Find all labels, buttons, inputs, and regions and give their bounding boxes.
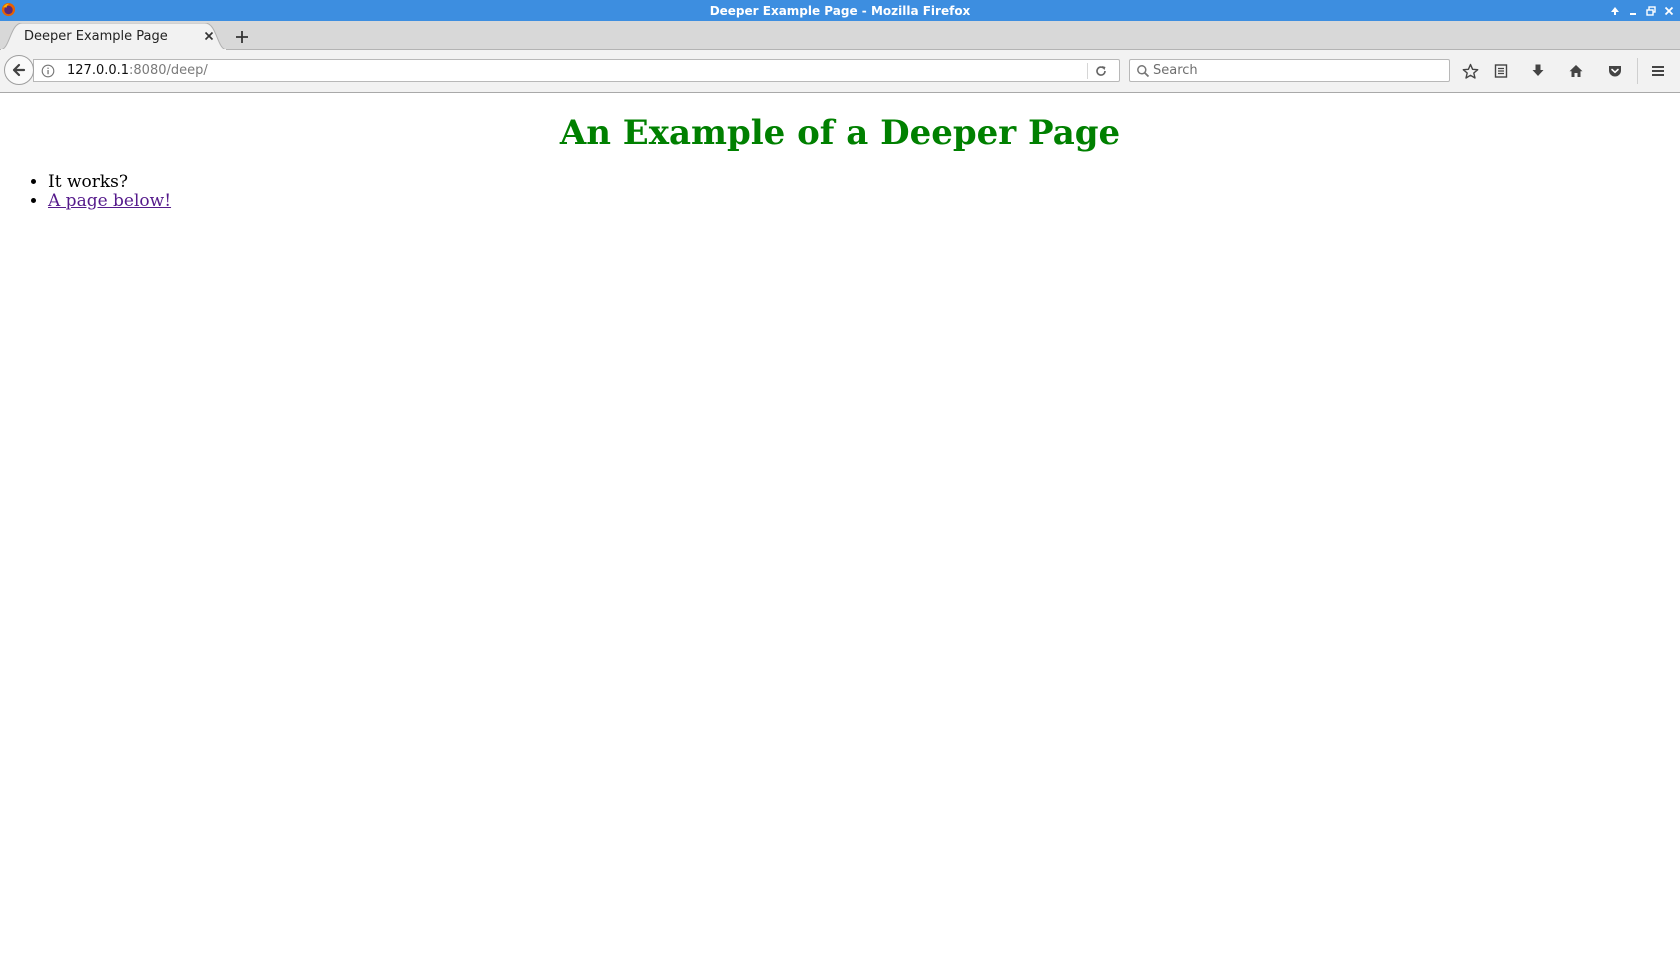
- list-item-text: It works?: [48, 172, 129, 192]
- reading-list-icon[interactable]: [1491, 61, 1511, 81]
- site-info-icon[interactable]: [41, 64, 55, 78]
- window-title: Deeper Example Page - Mozilla Firefox: [709, 4, 971, 18]
- minimize-icon[interactable]: [1624, 0, 1642, 21]
- page-below-link[interactable]: A page below!: [48, 191, 171, 211]
- page-content: An Example of a Deeper Page It works? A …: [0, 93, 1680, 960]
- navigation-toolbar: 127.0.0.1:8080/deep/ Search: [0, 50, 1680, 93]
- back-button[interactable]: [4, 55, 34, 85]
- list-item: A page below!: [48, 192, 171, 211]
- bookmark-star-icon[interactable]: [1460, 61, 1480, 81]
- search-placeholder: Search: [1153, 63, 1198, 78]
- tab-deeper-example-page[interactable]: Deeper Example Page: [0, 23, 227, 50]
- toolbar-separator: [1637, 58, 1638, 84]
- search-bar[interactable]: Search: [1129, 59, 1450, 82]
- close-icon[interactable]: [1660, 0, 1678, 21]
- download-icon[interactable]: [1528, 61, 1548, 81]
- tab-strip: Deeper Example Page: [0, 21, 1680, 50]
- reload-icon[interactable]: [1094, 64, 1108, 78]
- page-list: It works? A page below!: [0, 173, 171, 211]
- url-path: :8080/deep/: [129, 63, 208, 78]
- search-icon: [1137, 65, 1150, 78]
- maximize-up-icon[interactable]: [1606, 0, 1624, 21]
- url-bar[interactable]: 127.0.0.1:8080/deep/: [33, 59, 1120, 82]
- tab-label: Deeper Example Page: [24, 29, 168, 44]
- restore-icon[interactable]: [1642, 0, 1660, 21]
- url-text[interactable]: 127.0.0.1:8080/deep/: [67, 63, 208, 78]
- back-arrow-icon: [12, 63, 26, 77]
- tab-close-icon[interactable]: [203, 30, 215, 42]
- list-item: It works?: [48, 173, 171, 192]
- url-host: 127.0.0.1: [67, 63, 130, 78]
- home-icon[interactable]: [1566, 61, 1586, 81]
- new-tab-plus-icon[interactable]: [234, 29, 250, 45]
- url-bar-separator: [1087, 63, 1088, 79]
- window-titlebar: Deeper Example Page - Mozilla Firefox: [0, 0, 1680, 21]
- page-heading: An Example of a Deeper Page: [559, 113, 1121, 153]
- window-controls: [1606, 0, 1678, 21]
- menu-icon[interactable]: [1648, 61, 1668, 81]
- pocket-icon[interactable]: [1605, 61, 1625, 81]
